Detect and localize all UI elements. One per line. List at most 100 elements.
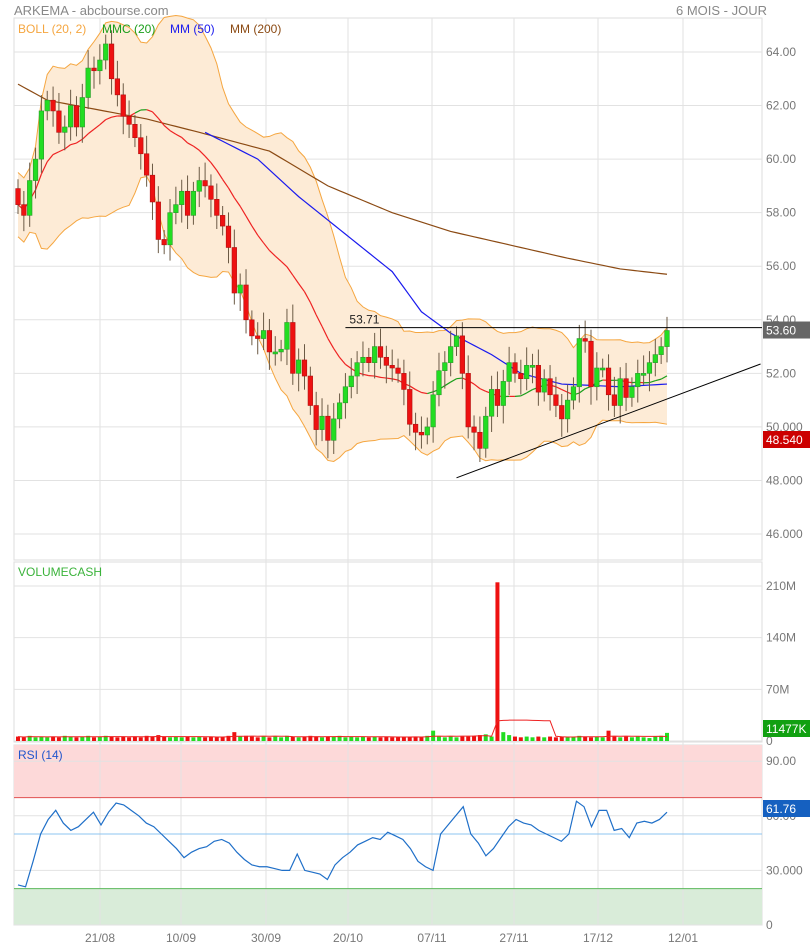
candle-body (658, 346, 664, 355)
candle-body (214, 198, 220, 216)
candle-body (173, 204, 179, 213)
candle-body (296, 359, 302, 374)
candle-body (132, 124, 138, 138)
candle-body (190, 190, 197, 216)
volume-bar (238, 736, 243, 741)
candle-body (424, 426, 430, 436)
candle-body (85, 67, 91, 98)
volume-bar (267, 737, 272, 741)
volume-bar (162, 736, 167, 741)
candle-body (138, 137, 144, 155)
candle-body (91, 67, 97, 72)
candle-body (220, 215, 226, 227)
mmc20-segment (514, 395, 521, 397)
volume-bar (629, 737, 634, 741)
volume-bar (548, 736, 553, 741)
rsi-tick-label: 90.00 (766, 754, 796, 768)
volume-bar (249, 736, 254, 741)
volume-bar (92, 737, 97, 741)
candle-body (488, 389, 495, 417)
candle-body (114, 78, 120, 96)
stock-chart: 64.0062.0060.0058.0056.0054.0052.0050.00… (13, 15, 810, 945)
candle-body (559, 405, 565, 420)
candle-body (21, 204, 27, 216)
volume-bar (290, 736, 295, 741)
candle-body (225, 225, 232, 248)
last-rsi-badge: 61.76 (766, 802, 796, 816)
candle-body (524, 365, 530, 380)
candle-body (319, 415, 325, 430)
candle-body (383, 356, 389, 366)
candle-body (646, 362, 653, 374)
volume-bar (588, 737, 593, 741)
candle-body (144, 153, 150, 176)
volume-bar (436, 736, 441, 741)
volume-bar (138, 737, 143, 741)
candle-body (179, 190, 185, 205)
mmc20-segment (456, 377, 463, 380)
candle-body (260, 330, 267, 339)
candle-body (184, 190, 191, 216)
candle-body (389, 365, 395, 369)
volume-bar (530, 737, 535, 741)
volume-bar (419, 737, 424, 741)
volume-bar (442, 737, 447, 741)
volume-bar (320, 737, 325, 741)
volume-bar (296, 737, 301, 741)
candle-body (448, 346, 454, 363)
candle-body (208, 185, 214, 200)
candle-body (120, 94, 126, 117)
rsi-tick-label: 0 (766, 918, 773, 932)
candle-body (664, 330, 670, 347)
candle-body (401, 373, 407, 390)
date-tick-label: 30/09 (251, 931, 281, 945)
candle-body (348, 375, 354, 388)
candle-body (325, 415, 331, 441)
candle-body (62, 126, 68, 133)
volume-bar (489, 736, 494, 741)
candle-body (167, 212, 173, 246)
volume-bar (115, 737, 120, 741)
date-tick-label: 20/10 (333, 931, 363, 945)
candle-body (79, 97, 85, 128)
candle-body (605, 367, 612, 396)
volume-tick-label: 210M (766, 579, 796, 593)
volume-bar (653, 736, 658, 741)
candle-body (453, 335, 460, 347)
volume-bar (565, 737, 570, 741)
candle-body (354, 362, 360, 377)
volume-bar (518, 737, 523, 741)
volume-bar (261, 736, 266, 741)
candle-body (436, 370, 442, 396)
candle-body (50, 99, 56, 112)
candle-body (541, 378, 547, 393)
candle-body (459, 335, 465, 374)
candle-body (278, 348, 284, 353)
candle-body (97, 59, 103, 72)
candle-body (442, 362, 448, 371)
price-tick-label: 48.000 (766, 473, 803, 487)
legend-mm-50-: MM (50) (170, 22, 215, 36)
candle-body (629, 386, 635, 398)
candle-body (611, 394, 617, 406)
candle-body (336, 402, 343, 420)
candle-body (249, 319, 255, 337)
volume-bar (542, 737, 547, 741)
volume-bar (600, 737, 605, 741)
volume-bar (168, 737, 173, 741)
volume-bar (360, 736, 365, 741)
volume-bar (121, 736, 126, 741)
volume-bar (343, 737, 348, 741)
price-tick-label: 60.00 (766, 152, 796, 166)
candle-body (494, 389, 501, 406)
candle-body (32, 158, 39, 181)
volume-bar (448, 736, 453, 741)
candle-body (641, 373, 647, 376)
volume-bar (97, 736, 102, 741)
candle-body (331, 418, 337, 441)
date-tick-label: 10/09 (166, 931, 196, 945)
volume-bar (401, 737, 406, 741)
volume-bar (612, 736, 617, 741)
volume-bar (378, 737, 383, 741)
volume-bar (74, 737, 79, 741)
